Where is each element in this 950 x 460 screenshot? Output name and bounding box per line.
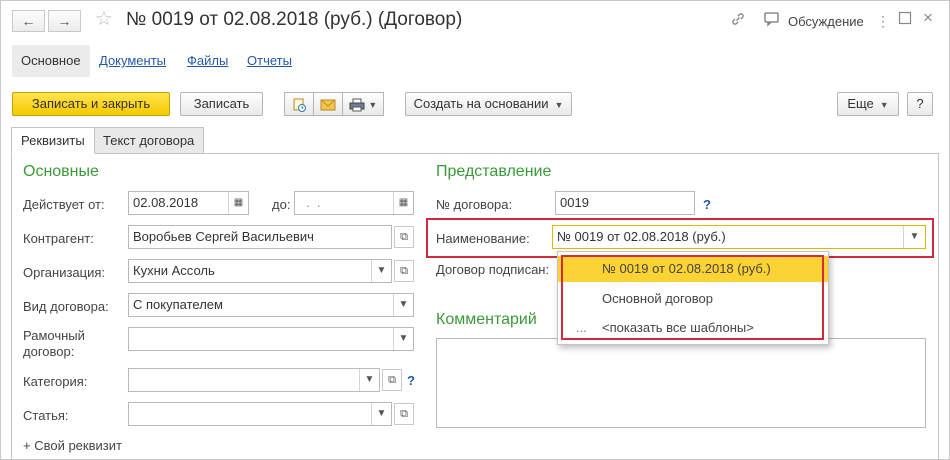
- chevron-down-icon: ▼: [554, 100, 564, 110]
- printer-icon: [349, 96, 369, 112]
- dropdown-arrow-icon[interactable]: ▼: [371, 260, 391, 282]
- chevron-down-icon: ▼: [368, 100, 378, 110]
- contract-signed-label: Договор подписан:: [436, 262, 550, 277]
- back-button[interactable]: ←: [12, 10, 45, 32]
- category-help-icon[interactable]: ?: [407, 373, 415, 388]
- create-based-on-button[interactable]: Создать на основании ▼: [405, 92, 572, 116]
- page-title: № 0019 от 02.08.2018 (руб.) (Договор): [126, 9, 463, 30]
- valid-from-label: Действует от:: [23, 197, 105, 212]
- calendar-icon[interactable]: ▦: [393, 192, 413, 214]
- organization-label: Организация:: [23, 265, 106, 280]
- arrow-right-icon: →: [57, 13, 72, 29]
- name-value: № 0019 от 02.08.2018 (руб.): [557, 229, 726, 244]
- nav-tab-files[interactable]: Файлы: [187, 45, 228, 77]
- organization-value: Кухни Ассоль: [133, 263, 215, 278]
- valid-from-value: 02.08.2018: [133, 195, 199, 210]
- calendar-doc-button[interactable]: [284, 92, 314, 116]
- document-window: ← → ☆ № 0019 от 02.08.2018 (руб.) (Догов…: [0, 0, 950, 460]
- article-field[interactable]: ▼: [128, 402, 392, 426]
- contract-number-value: 0019: [560, 195, 589, 210]
- nav-tab-main[interactable]: Основное: [12, 45, 90, 77]
- dropdown-arrow-icon[interactable]: ▼: [359, 369, 379, 391]
- frame-contract-label-line2: договор:: [23, 344, 75, 359]
- highlight-dropdown: [561, 255, 824, 340]
- discussion-icon[interactable]: [763, 11, 781, 32]
- valid-from-field[interactable]: 02.08.2018 ▦: [128, 191, 249, 215]
- contract-number-label: № договора:: [436, 197, 513, 212]
- frame-contract-field[interactable]: ▼: [128, 327, 414, 351]
- nav-tab-reports[interactable]: Отчеты: [247, 45, 292, 77]
- article-label: Статья:: [23, 408, 69, 423]
- add-custom-property-link[interactable]: + Свой реквизит: [23, 438, 122, 453]
- envelope-icon: [320, 96, 336, 111]
- document-clock-icon: [291, 96, 307, 112]
- dropdown-arrow-icon[interactable]: ▼: [393, 328, 413, 350]
- print-button[interactable]: ▼: [342, 92, 384, 116]
- save-and-close-button[interactable]: Записать и закрыть: [12, 92, 170, 116]
- discussion-label[interactable]: Обсуждение: [788, 14, 864, 29]
- valid-to-label: до:: [272, 197, 291, 212]
- section-comment-title: Комментарий: [436, 311, 537, 328]
- arrow-left-icon: ←: [21, 13, 36, 29]
- category-label: Категория:: [23, 374, 88, 389]
- create-based-on-label: Создать на основании: [413, 96, 549, 111]
- open-counterparty-icon[interactable]: ⧉: [394, 226, 414, 248]
- contract-number-field[interactable]: 0019: [555, 191, 695, 215]
- name-field[interactable]: № 0019 от 02.08.2018 (руб.) ▼: [552, 225, 926, 249]
- dropdown-arrow-icon[interactable]: ▼: [393, 294, 413, 316]
- favorite-star-icon[interactable]: ☆: [95, 9, 113, 29]
- calendar-icon[interactable]: ▦: [228, 192, 248, 214]
- link-icon[interactable]: [730, 11, 746, 32]
- comment-textarea[interactable]: [436, 338, 926, 428]
- save-button[interactable]: Записать: [180, 92, 263, 116]
- forward-button[interactable]: →: [48, 10, 81, 32]
- frame-contract-label-line1: Рамочный: [23, 328, 85, 343]
- nav-tab-documents[interactable]: Документы: [99, 45, 166, 77]
- open-category-icon[interactable]: ⧉: [382, 369, 402, 391]
- close-icon[interactable]: ×: [923, 9, 933, 27]
- more-button[interactable]: Еще ▼: [837, 92, 899, 116]
- valid-to-value: . .: [299, 195, 321, 210]
- dropdown-arrow-icon[interactable]: ▼: [371, 403, 391, 425]
- counterparty-value: Воробьев Сергей Васильевич: [133, 229, 314, 244]
- counterparty-field[interactable]: Воробьев Сергей Васильевич: [128, 225, 392, 249]
- category-field[interactable]: ▼: [128, 368, 380, 392]
- contract-number-help-icon[interactable]: ?: [703, 197, 711, 212]
- section-representation-title: Представление: [436, 163, 552, 180]
- open-organization-icon[interactable]: ⧉: [394, 260, 414, 282]
- dropdown-arrow-icon[interactable]: ▼: [903, 226, 925, 248]
- more-label: Еще: [847, 96, 874, 111]
- valid-to-field[interactable]: . . ▦: [294, 191, 414, 215]
- open-article-icon[interactable]: ⧉: [394, 403, 414, 425]
- tab-details[interactable]: Реквизиты: [11, 127, 95, 154]
- section-main-title: Основные: [23, 163, 99, 180]
- counterparty-label: Контрагент:: [23, 231, 94, 246]
- more-actions-icon[interactable]: ⋮: [876, 12, 890, 30]
- contract-type-field[interactable]: С покупателем ▼: [128, 293, 414, 317]
- contract-type-label: Вид договора:: [23, 299, 109, 314]
- email-button[interactable]: [313, 92, 343, 116]
- contract-type-value: С покупателем: [133, 297, 223, 312]
- help-button[interactable]: ?: [907, 92, 933, 116]
- maximize-icon[interactable]: [898, 11, 912, 30]
- tab-contract-text[interactable]: Текст договора: [93, 127, 205, 154]
- name-label: Наименование:: [436, 231, 530, 246]
- chevron-down-icon: ▼: [879, 100, 889, 110]
- organization-field[interactable]: Кухни Ассоль ▼: [128, 259, 392, 283]
